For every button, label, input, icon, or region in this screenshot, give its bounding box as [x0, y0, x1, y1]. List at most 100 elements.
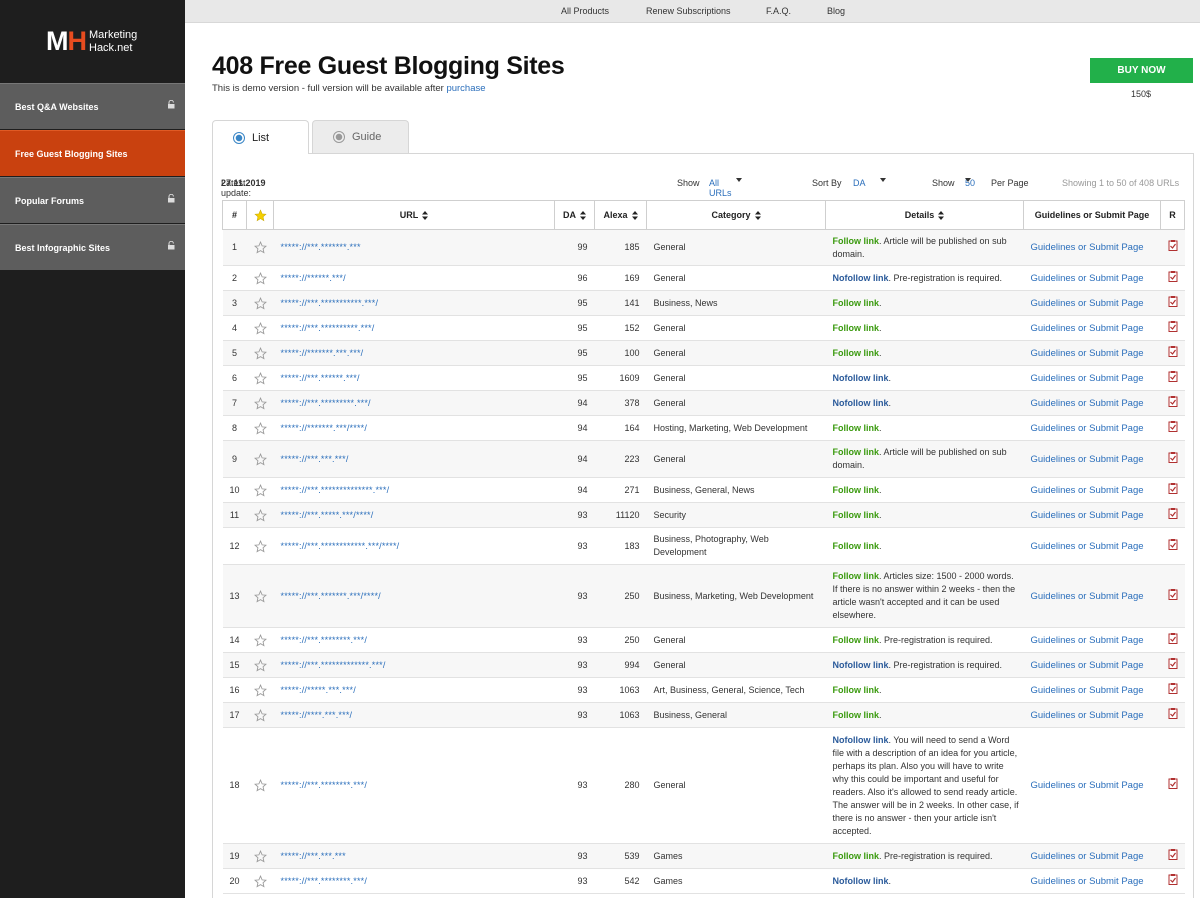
- report-button[interactable]: [1160, 229, 1185, 266]
- favorite-toggle[interactable]: [246, 265, 274, 291]
- site-url[interactable]: *****://***.**********.***/: [273, 315, 555, 341]
- report-button[interactable]: [1160, 627, 1185, 653]
- report-button[interactable]: [1160, 365, 1185, 391]
- guidelines-link[interactable]: Guidelines or Submit Page: [1023, 727, 1161, 844]
- site-url[interactable]: *****://***.**************.***/: [273, 477, 555, 503]
- guidelines-link[interactable]: Guidelines or Submit Page: [1023, 290, 1161, 316]
- guidelines-link[interactable]: Guidelines or Submit Page: [1023, 627, 1161, 653]
- guidelines-link[interactable]: Guidelines or Submit Page: [1023, 415, 1161, 441]
- favorite-toggle[interactable]: [246, 564, 274, 628]
- sidebar-item-guest-blogging[interactable]: Free Guest Blogging Sites: [0, 130, 185, 176]
- report-button[interactable]: [1160, 315, 1185, 341]
- favorite-toggle[interactable]: [246, 627, 274, 653]
- site-url[interactable]: *****://***.********.***/: [273, 727, 555, 844]
- guidelines-link[interactable]: Guidelines or Submit Page: [1023, 843, 1161, 869]
- tab-list[interactable]: List: [212, 120, 309, 154]
- report-button[interactable]: [1160, 390, 1185, 416]
- site-url[interactable]: *****://***.********.***/: [273, 868, 555, 894]
- report-button[interactable]: [1160, 502, 1185, 528]
- report-button[interactable]: [1160, 564, 1185, 628]
- col-url[interactable]: URL: [273, 200, 555, 230]
- sidebar-item-qa-websites[interactable]: Best Q&A Websites: [0, 83, 185, 129]
- report-button[interactable]: [1160, 290, 1185, 316]
- guidelines-link[interactable]: Guidelines or Submit Page: [1023, 229, 1161, 266]
- site-url[interactable]: *****://***.************.***/****/: [273, 527, 555, 565]
- site-url[interactable]: *****://*****.***.***/: [273, 677, 555, 703]
- site-url[interactable]: *****://***.*****.***/****/: [273, 502, 555, 528]
- guidelines-link[interactable]: Guidelines or Submit Page: [1023, 677, 1161, 703]
- site-url[interactable]: *****://***.*********.***/: [273, 390, 555, 416]
- guidelines-link[interactable]: Guidelines or Submit Page: [1023, 527, 1161, 565]
- nav-renew-subscriptions[interactable]: Renew Subscriptions: [646, 6, 731, 16]
- guidelines-link[interactable]: Guidelines or Submit Page: [1023, 315, 1161, 341]
- report-button[interactable]: [1160, 265, 1185, 291]
- report-icon: [1168, 538, 1177, 550]
- site-url[interactable]: *****://*******.***/****/: [273, 415, 555, 441]
- favorite-toggle[interactable]: [246, 527, 274, 565]
- guidelines-link[interactable]: Guidelines or Submit Page: [1023, 365, 1161, 391]
- report-button[interactable]: [1160, 868, 1185, 894]
- guidelines-link[interactable]: Guidelines or Submit Page: [1023, 477, 1161, 503]
- report-button[interactable]: [1160, 477, 1185, 503]
- col-category[interactable]: Category: [646, 200, 826, 230]
- favorite-toggle[interactable]: [246, 415, 274, 441]
- col-da[interactable]: DA: [554, 200, 595, 230]
- report-button[interactable]: [1160, 727, 1185, 844]
- guidelines-link[interactable]: Guidelines or Submit Page: [1023, 502, 1161, 528]
- logo[interactable]: MH Marketing Hack.net: [46, 28, 137, 56]
- favorite-toggle[interactable]: [246, 727, 274, 844]
- col-alexa[interactable]: Alexa: [594, 200, 647, 230]
- tab-guide[interactable]: Guide: [312, 120, 409, 153]
- site-url[interactable]: *****://***.*******.***: [273, 229, 555, 266]
- nav-faq[interactable]: F.A.Q.: [766, 6, 791, 16]
- report-button[interactable]: [1160, 702, 1185, 728]
- report-button[interactable]: [1160, 677, 1185, 703]
- report-button[interactable]: [1160, 843, 1185, 869]
- site-url[interactable]: *****://***.*************.***/: [273, 652, 555, 678]
- guidelines-link[interactable]: Guidelines or Submit Page: [1023, 702, 1161, 728]
- guidelines-link[interactable]: Guidelines or Submit Page: [1023, 868, 1161, 894]
- favorite-toggle[interactable]: [246, 477, 274, 503]
- guidelines-link[interactable]: Guidelines or Submit Page: [1023, 564, 1161, 628]
- favorite-toggle[interactable]: [246, 365, 274, 391]
- site-url[interactable]: *****://******.***/: [273, 265, 555, 291]
- guidelines-link[interactable]: Guidelines or Submit Page: [1023, 390, 1161, 416]
- guidelines-link[interactable]: Guidelines or Submit Page: [1023, 652, 1161, 678]
- site-url[interactable]: *****://****.***.***/: [273, 702, 555, 728]
- nav-blog[interactable]: Blog: [827, 6, 845, 16]
- favorite-toggle[interactable]: [246, 868, 274, 894]
- report-button[interactable]: [1160, 415, 1185, 441]
- buy-now-button[interactable]: BUY NOW: [1090, 58, 1193, 83]
- favorite-toggle[interactable]: [246, 677, 274, 703]
- report-button[interactable]: [1160, 340, 1185, 366]
- report-button[interactable]: [1160, 527, 1185, 565]
- col-favorite[interactable]: [246, 200, 274, 230]
- site-url[interactable]: *****://*******.***.***/: [273, 340, 555, 366]
- favorite-toggle[interactable]: [246, 440, 274, 478]
- favorite-toggle[interactable]: [246, 390, 274, 416]
- site-url[interactable]: *****://***.***.***: [273, 843, 555, 869]
- favorite-toggle[interactable]: [246, 290, 274, 316]
- site-url[interactable]: *****://***.*******.***/****/: [273, 564, 555, 628]
- nav-all-products[interactable]: All Products: [561, 6, 609, 16]
- favorite-toggle[interactable]: [246, 843, 274, 869]
- favorite-toggle[interactable]: [246, 315, 274, 341]
- guidelines-link[interactable]: Guidelines or Submit Page: [1023, 340, 1161, 366]
- report-button[interactable]: [1160, 652, 1185, 678]
- favorite-toggle[interactable]: [246, 652, 274, 678]
- favorite-toggle[interactable]: [246, 229, 274, 266]
- site-url[interactable]: *****://***.***********.***/: [273, 290, 555, 316]
- report-button[interactable]: [1160, 440, 1185, 478]
- favorite-toggle[interactable]: [246, 340, 274, 366]
- guidelines-link[interactable]: Guidelines or Submit Page: [1023, 440, 1161, 478]
- favorite-toggle[interactable]: [246, 702, 274, 728]
- col-details[interactable]: Details: [825, 200, 1024, 230]
- site-url[interactable]: *****://***.***.***/: [273, 440, 555, 478]
- sidebar-item-infographic-sites[interactable]: Best Infographic Sites: [0, 224, 185, 270]
- sidebar-item-popular-forums[interactable]: Popular Forums: [0, 177, 185, 223]
- site-url[interactable]: *****://***.********.***/: [273, 627, 555, 653]
- site-url[interactable]: *****://***.******.***/: [273, 365, 555, 391]
- favorite-toggle[interactable]: [246, 502, 274, 528]
- purchase-link[interactable]: purchase: [446, 83, 485, 94]
- guidelines-link[interactable]: Guidelines or Submit Page: [1023, 265, 1161, 291]
